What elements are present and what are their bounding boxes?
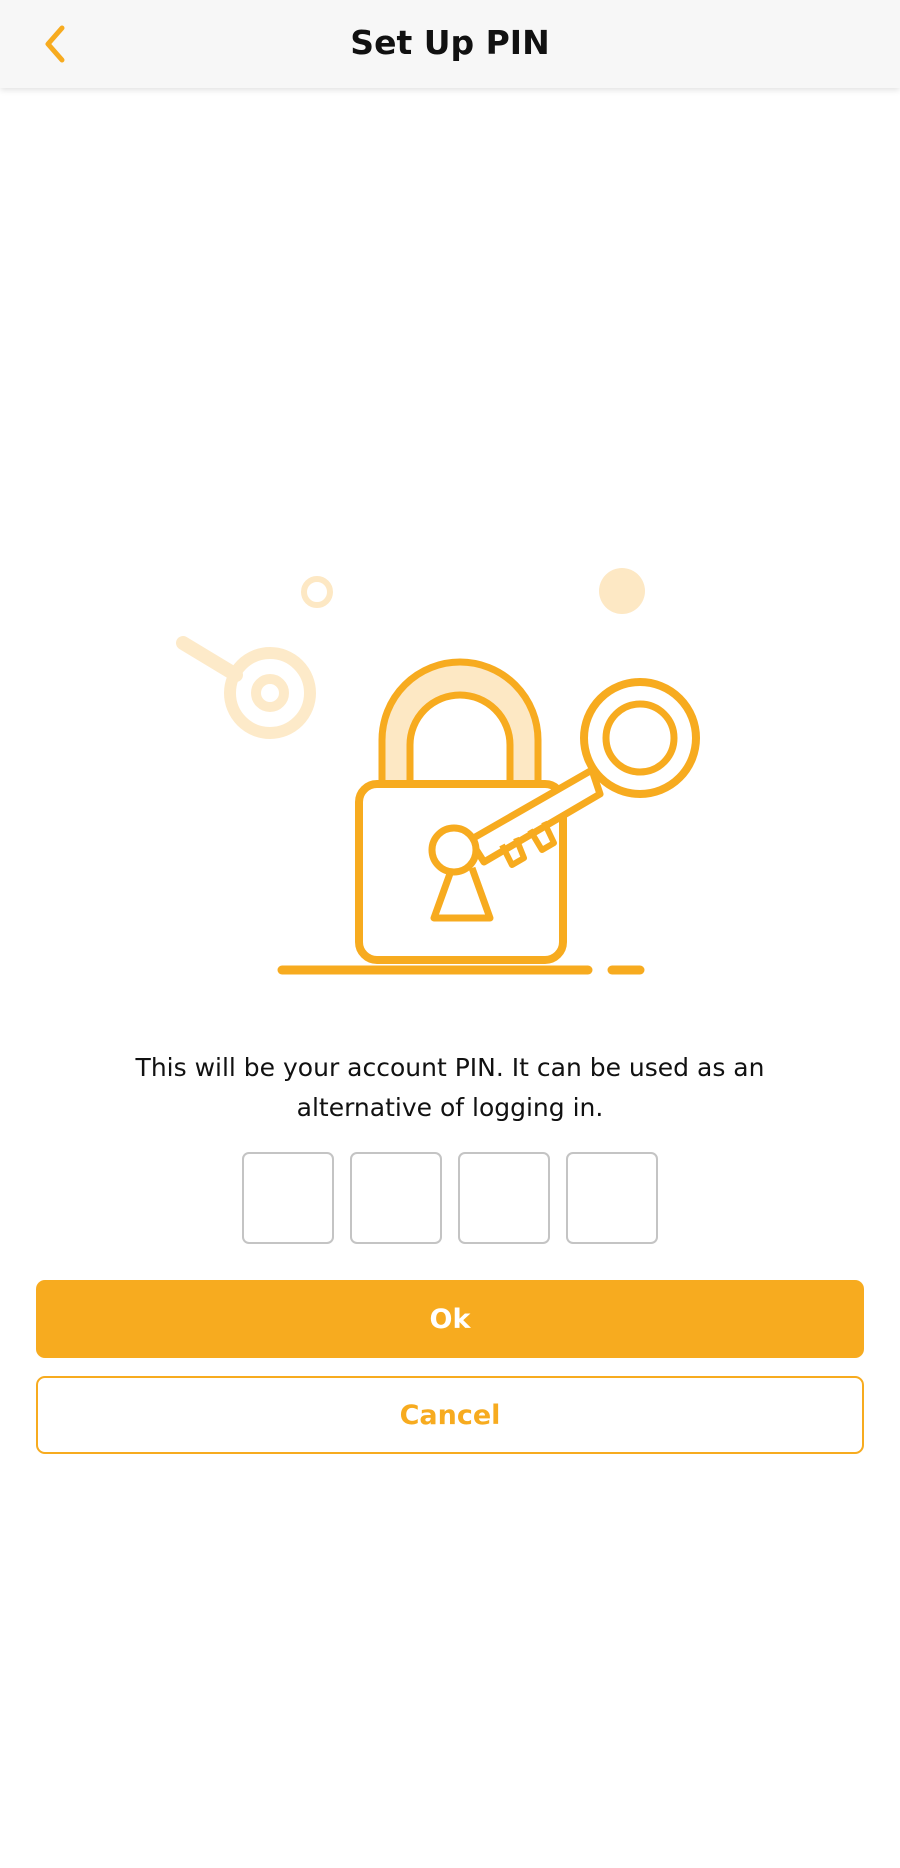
pin-description: This will be your account PIN. It can be…	[135, 1053, 765, 1122]
cancel-button-label: Cancel	[399, 1399, 501, 1431]
pin-digit-1[interactable]	[242, 1152, 334, 1244]
pin-digit-2[interactable]	[350, 1152, 442, 1244]
decorative-dot-large	[599, 568, 645, 614]
faded-key-icon	[176, 636, 316, 739]
page-title: Set Up PIN	[350, 23, 550, 62]
top-app-bar: Set Up PIN	[0, 0, 900, 88]
pin-input-group	[0, 1152, 900, 1244]
pin-digit-4[interactable]	[566, 1152, 658, 1244]
pin-digit-3[interactable]	[458, 1152, 550, 1244]
ok-button-label: Ok	[429, 1303, 471, 1335]
padlock-key-illustration	[176, 568, 700, 975]
cancel-button[interactable]: Cancel	[36, 1376, 864, 1454]
decorative-dot-small	[301, 576, 333, 608]
ok-button[interactable]: Ok	[36, 1280, 864, 1358]
